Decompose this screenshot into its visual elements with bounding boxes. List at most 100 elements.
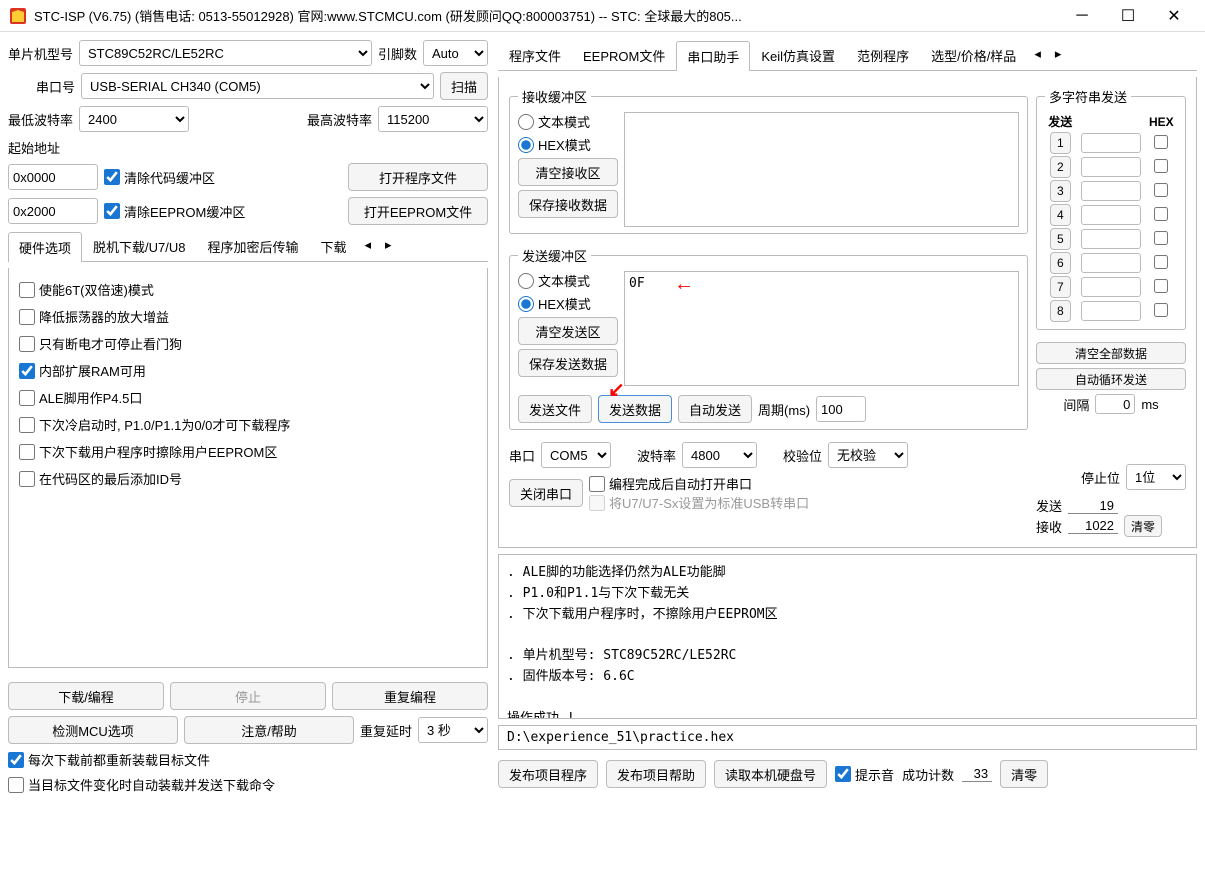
multi-clear-button[interactable]: 清空全部数据	[1036, 342, 1186, 364]
check-mcu-button[interactable]: 检测MCU选项	[8, 716, 178, 744]
help-button[interactable]: 注意/帮助	[184, 716, 354, 744]
tab-more[interactable]: 下载	[310, 231, 358, 261]
hw-opt-6[interactable]: 下次下载用户程序时擦除用户EEPROM区	[17, 438, 479, 465]
delay-select[interactable]: 3 秒	[418, 717, 488, 743]
hw-opt-7[interactable]: 在代码区的最后添加ID号	[17, 465, 479, 492]
multi-hex-7[interactable]	[1154, 303, 1168, 317]
rtab-right-arrow[interactable]: ▸	[1048, 40, 1069, 70]
multi-send-2[interactable]: 3	[1050, 180, 1071, 202]
open-prog-button[interactable]: 打开程序文件	[348, 163, 488, 191]
multi-send-3[interactable]: 4	[1050, 204, 1071, 226]
baud-max-select[interactable]: 115200	[378, 106, 488, 132]
multi-hex-1[interactable]	[1154, 159, 1168, 173]
recv-hex-radio[interactable]: HEX模式	[518, 135, 618, 154]
tab-examples[interactable]: 范例程序	[846, 40, 920, 70]
parity-select[interactable]: 无校验	[828, 442, 908, 468]
tab-left-arrow[interactable]: ◂	[358, 231, 379, 261]
hw-opt-4[interactable]: ALE脚用作P4.5口	[17, 384, 479, 411]
stop-button: 停止	[170, 682, 326, 710]
multi-send-1[interactable]: 2	[1050, 156, 1071, 178]
rtab-left-arrow[interactable]: ◂	[1027, 40, 1048, 70]
serial-select[interactable]: COM5	[541, 442, 611, 468]
multi-text-0[interactable]	[1081, 133, 1141, 153]
download-button[interactable]: 下载/编程	[8, 682, 164, 710]
multi-text-1[interactable]	[1081, 157, 1141, 177]
maximize-button[interactable]: ☐	[1105, 1, 1151, 31]
send-text-radio[interactable]: 文本模式	[518, 271, 618, 290]
tab-progfile[interactable]: 程序文件	[498, 40, 572, 70]
multi-text-5[interactable]	[1081, 253, 1141, 273]
multi-send-0[interactable]: 1	[1050, 132, 1071, 154]
multi-text-2[interactable]	[1081, 181, 1141, 201]
repeat-button[interactable]: 重复编程	[332, 682, 488, 710]
clear-succ-button[interactable]: 清零	[1000, 760, 1048, 788]
stop-select[interactable]: 1位	[1126, 464, 1186, 490]
recv-text-radio[interactable]: 文本模式	[518, 112, 618, 131]
multi-text-4[interactable]	[1081, 229, 1141, 249]
filepath-display: D:\experience_51\practice.hex	[498, 725, 1197, 750]
save-recv-button[interactable]: 保存接收数据	[518, 190, 618, 218]
port-select[interactable]: USB-SERIAL CH340 (COM5)	[81, 73, 434, 99]
tab-encrypt[interactable]: 程序加密后传输	[196, 231, 309, 261]
multi-text-3[interactable]	[1081, 205, 1141, 225]
multi-hex-2[interactable]	[1154, 183, 1168, 197]
multi-loop-button[interactable]: 自动循环发送	[1036, 368, 1186, 390]
tab-right-arrow[interactable]: ▸	[378, 231, 399, 261]
clear-code-check[interactable]: 清除代码缓冲区	[104, 168, 215, 187]
multi-hex-6[interactable]	[1154, 279, 1168, 293]
hw-opt-2[interactable]: 只有断电才可停止看门狗	[17, 330, 479, 357]
multi-text-6[interactable]	[1081, 277, 1141, 297]
close-button[interactable]: ✕	[1151, 1, 1197, 31]
send-hex-radio[interactable]: HEX模式	[518, 294, 618, 313]
period-input[interactable]	[816, 396, 866, 422]
clear-eeprom-check[interactable]: 清除EEPROM缓冲区	[104, 202, 245, 221]
addr2-input[interactable]	[8, 198, 98, 224]
multi-hex-5[interactable]	[1154, 255, 1168, 269]
read-disk-button[interactable]: 读取本机硬盘号	[714, 760, 827, 788]
beep-check[interactable]: 提示音	[835, 765, 894, 784]
clear-stat-button[interactable]: 清零	[1124, 515, 1162, 537]
addr1-input[interactable]	[8, 164, 98, 190]
multi-hex-0[interactable]	[1154, 135, 1168, 149]
delay-label: 重复延时	[360, 721, 412, 740]
tab-hardware[interactable]: 硬件选项	[8, 232, 82, 262]
pin-select[interactable]: Auto	[423, 40, 488, 66]
hw-opt-3[interactable]: 内部扩展RAM可用	[17, 357, 479, 384]
interval-input[interactable]	[1095, 394, 1135, 414]
hw-opt-1[interactable]: 降低振荡器的放大增益	[17, 303, 479, 330]
clear-recv-button[interactable]: 清空接收区	[518, 158, 618, 186]
tab-eepromfile[interactable]: EEPROM文件	[572, 40, 676, 70]
minimize-button[interactable]: ─	[1059, 1, 1105, 31]
tab-offline[interactable]: 脱机下载/U7/U8	[82, 231, 196, 261]
multi-send-7[interactable]: 8	[1050, 300, 1071, 322]
multi-send-6[interactable]: 7	[1050, 276, 1071, 298]
tab-serial[interactable]: 串口助手	[676, 41, 750, 71]
succ-value: 33	[962, 766, 992, 782]
clear-send-button[interactable]: 清空发送区	[518, 317, 618, 345]
multi-text-7[interactable]	[1081, 301, 1141, 321]
pub-prog-button[interactable]: 发布项目程序	[498, 760, 598, 788]
multi-hex-4[interactable]	[1154, 231, 1168, 245]
auto-send-button[interactable]: 自动发送	[678, 395, 752, 423]
after-prog-check[interactable]: 编程完成后自动打开串口	[589, 474, 1028, 493]
scan-button[interactable]: 扫描	[440, 72, 488, 100]
send-file-button[interactable]: 发送文件	[518, 395, 592, 423]
pub-help-button[interactable]: 发布项目帮助	[606, 760, 706, 788]
close-port-button[interactable]: 关闭串口	[509, 479, 583, 507]
reload-check[interactable]: 每次下载前都重新装载目标文件	[8, 750, 488, 769]
baud-select[interactable]: 4800	[682, 442, 757, 468]
chip-select[interactable]: STC89C52RC/LE52RC	[79, 40, 372, 66]
autoload-check[interactable]: 当目标文件变化时自动装载并发送下载命令	[8, 775, 488, 794]
tab-keil[interactable]: Keil仿真设置	[750, 40, 846, 70]
recv-textarea[interactable]	[624, 112, 1019, 227]
multi-send-4[interactable]: 5	[1050, 228, 1071, 250]
multi-hex-3[interactable]	[1154, 207, 1168, 221]
save-send-button[interactable]: 保存发送数据	[518, 349, 618, 377]
multi-send-5[interactable]: 6	[1050, 252, 1071, 274]
hw-opt-5[interactable]: 下次冷启动时, P1.0/P1.1为0/0才可下载程序	[17, 411, 479, 438]
hardware-panel: 使能6T(双倍速)模式降低振荡器的放大增益只有断电才可停止看门狗内部扩展RAM可…	[8, 268, 488, 668]
tab-pricing[interactable]: 选型/价格/样品	[920, 40, 1027, 70]
baud-min-select[interactable]: 2400	[79, 106, 189, 132]
open-eeprom-button[interactable]: 打开EEPROM文件	[348, 197, 488, 225]
hw-opt-0[interactable]: 使能6T(双倍速)模式	[17, 276, 479, 303]
